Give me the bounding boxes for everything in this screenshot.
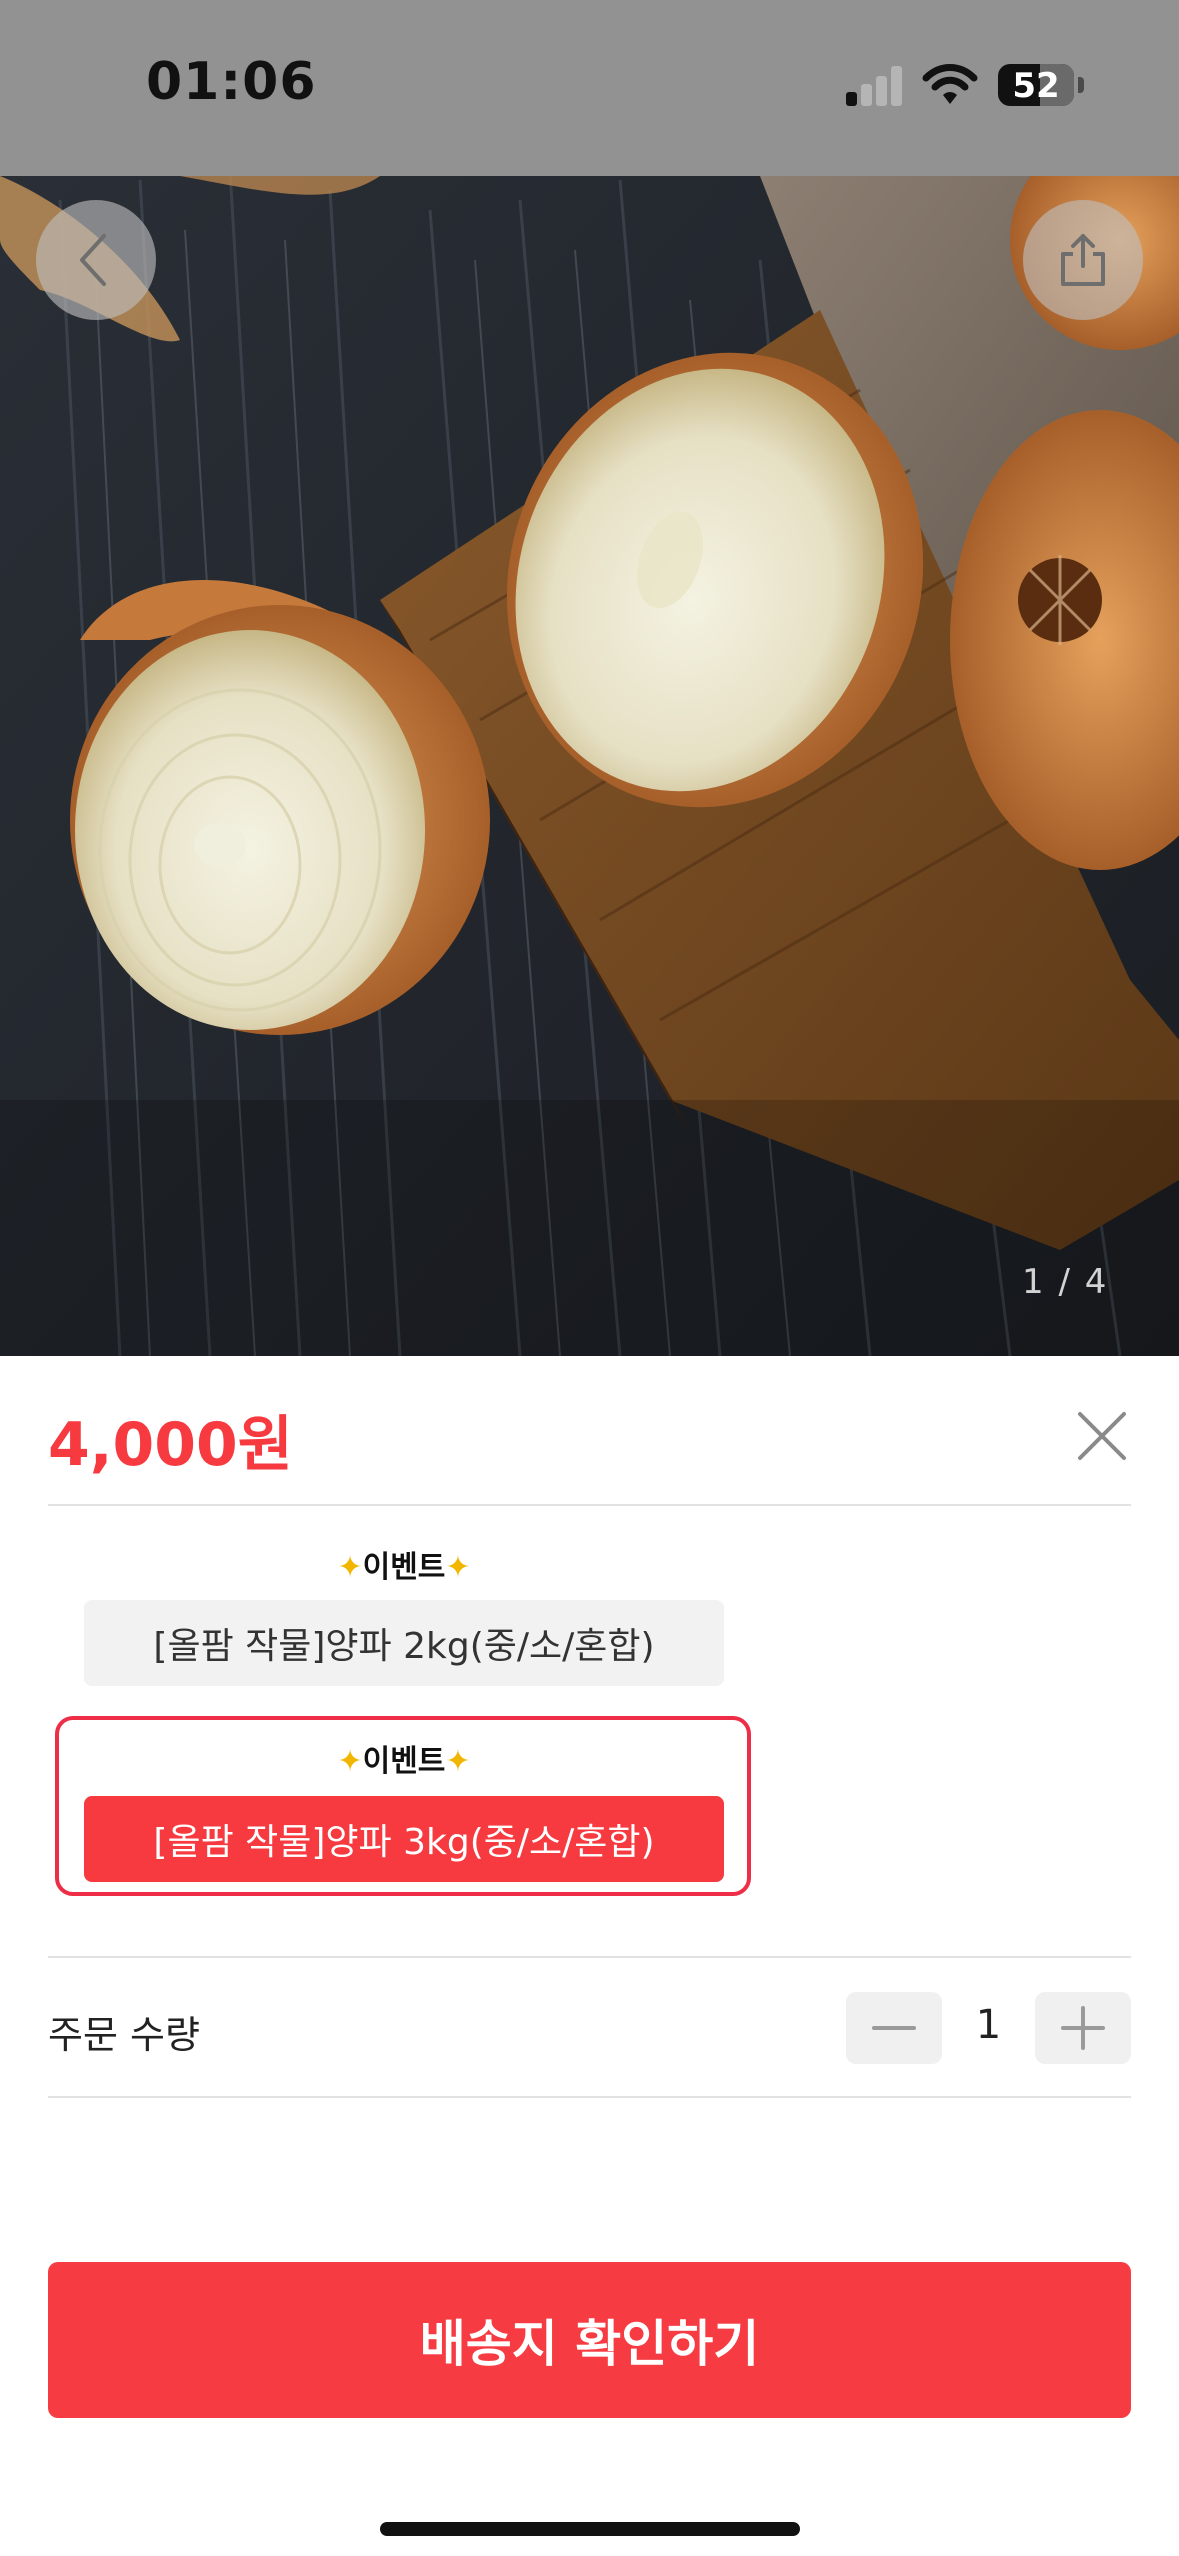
sparkle-star-icon: ✦ <box>337 1744 363 1779</box>
product-photo <box>0 0 1179 1356</box>
close-button[interactable] <box>1072 1406 1132 1466</box>
status-time: 01:06 <box>146 52 317 112</box>
quantity-value: 1 <box>975 2002 1002 2048</box>
sparkle-star-icon: ✦ <box>445 1744 471 1779</box>
product-image[interactable]: 1 / 4 <box>0 0 1179 1356</box>
battery-cap <box>1078 77 1084 93</box>
cellular-signal-icon <box>846 66 904 106</box>
quantity-increase-button[interactable] <box>1035 1992 1131 2064</box>
plus-icon <box>1061 2006 1105 2050</box>
status-bar: 01:06 52 <box>0 0 1179 176</box>
divider <box>48 1956 1131 1958</box>
image-page-indicator: 1 / 4 <box>1022 1262 1109 1302</box>
divider <box>48 1504 1131 1506</box>
wifi-icon <box>922 64 978 104</box>
share-button[interactable] <box>1023 200 1143 320</box>
divider <box>48 2096 1131 2098</box>
option-item-3kg[interactable]: [올팜 작물]양파 3kg(중/소/혼합) <box>84 1796 724 1882</box>
event-badge: ✦이벤트✦ <box>337 1744 471 1779</box>
close-icon <box>1078 1412 1126 1460</box>
sparkle-star-icon: ✦ <box>445 1550 471 1585</box>
battery-icon: 52 <box>998 64 1074 106</box>
confirm-shipping-button[interactable]: 배송지 확인하기 <box>48 2262 1131 2418</box>
option-sheet: 4,000원 ✦이벤트✦ [올팜 작물]양파 2kg(중/소/혼합) ✦이벤트✦… <box>0 1356 1179 2556</box>
back-icon <box>80 234 106 286</box>
event-badge: ✦이벤트✦ <box>337 1550 471 1585</box>
quantity-label: 주문 수량 <box>48 2013 200 2057</box>
sparkle-star-icon: ✦ <box>337 1550 363 1585</box>
quantity-decrease-button[interactable] <box>846 1992 942 2064</box>
minus-icon <box>872 2026 916 2030</box>
battery-level: 52 <box>1012 66 1060 106</box>
back-button[interactable] <box>36 200 156 320</box>
share-icon <box>1061 234 1105 286</box>
home-indicator[interactable] <box>380 2522 800 2536</box>
option-item-2kg[interactable]: [올팜 작물]양파 2kg(중/소/혼합) <box>84 1600 724 1686</box>
product-price: 4,000원 <box>48 1410 293 1480</box>
